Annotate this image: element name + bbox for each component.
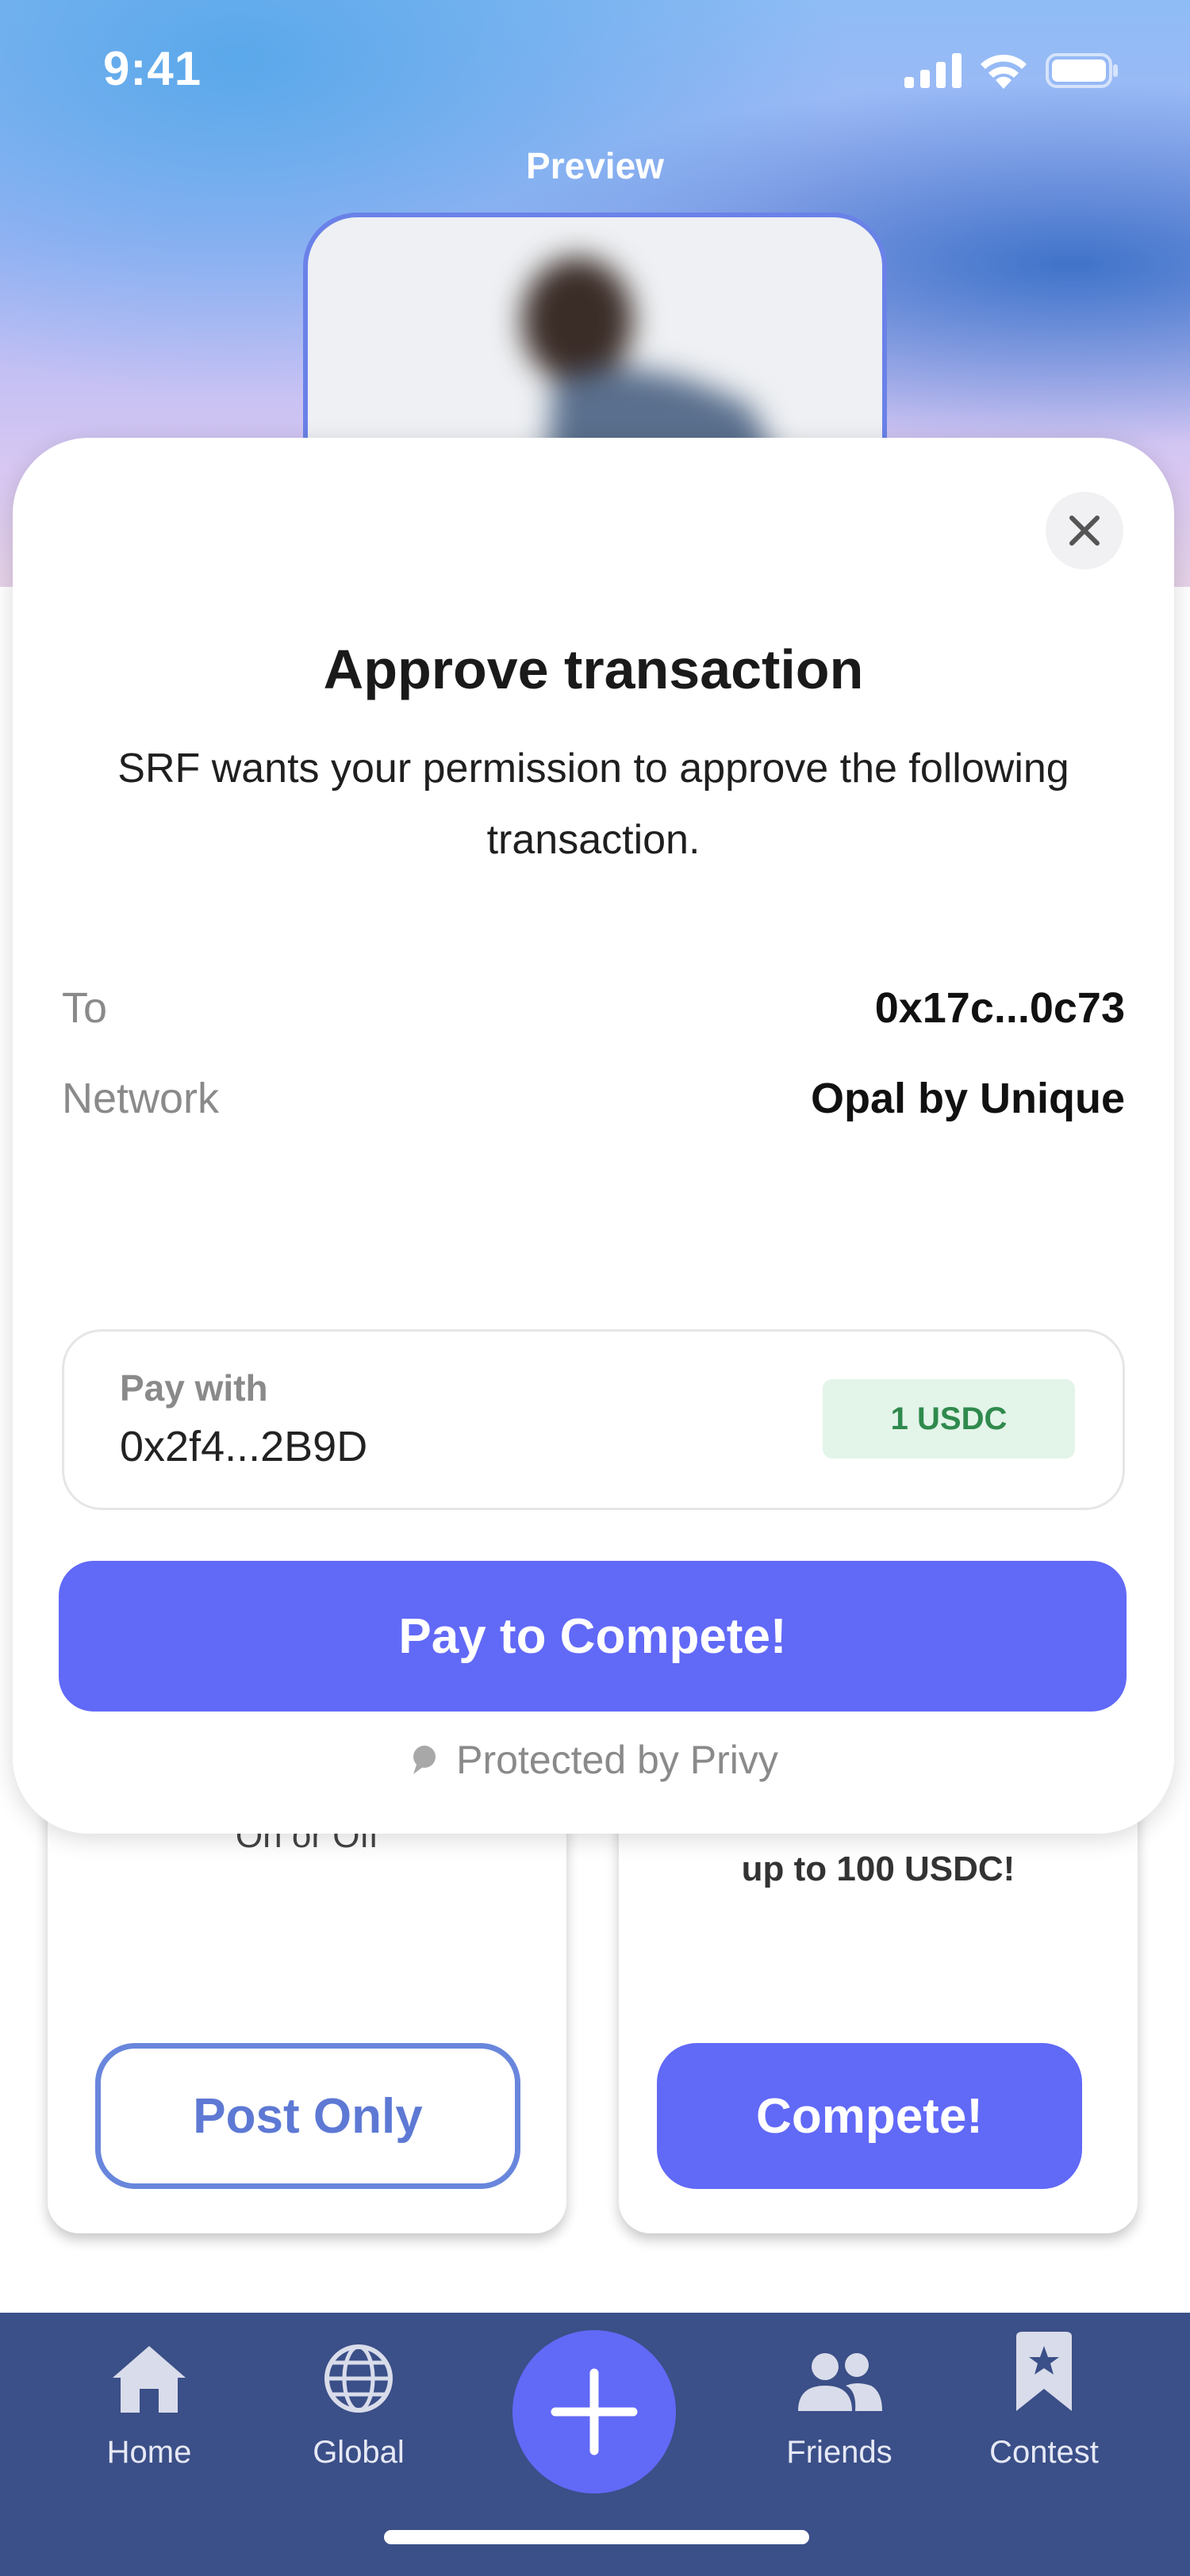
battery-icon <box>1046 53 1118 88</box>
nav-item-friends[interactable]: Friends <box>744 2313 935 2471</box>
card-description: up to 100 USDC! <box>741 1850 1015 1888</box>
modal-title: Approve transaction <box>323 638 864 700</box>
nav-label: Contest <box>989 2435 1099 2470</box>
detail-label: To <box>62 984 108 1032</box>
add-post-button[interactable] <box>512 2330 676 2494</box>
status-bar: 9:41 <box>0 0 1190 143</box>
plus-icon <box>551 2368 638 2455</box>
post-only-button[interactable]: Post Only <box>95 2043 520 2189</box>
ribbon-icon <box>1016 2332 1072 2411</box>
approve-transaction-modal: Approve transaction SRF wants your permi… <box>13 438 1174 1834</box>
home-indicator[interactable] <box>384 2530 809 2544</box>
detail-row-network: Network Opal by Unique <box>62 1074 1125 1123</box>
globe-icon <box>324 2344 393 2413</box>
pay-with-box: Pay with 0x2f4...2B9D 1 USDC <box>62 1329 1125 1510</box>
nav-label: Global <box>313 2435 405 2470</box>
signal-icon <box>904 53 962 88</box>
nav-label: Home <box>106 2435 192 2470</box>
detail-value: 0x17c...0c73 <box>874 984 1125 1032</box>
detail-row-to: To 0x17c...0c73 <box>62 983 1125 1033</box>
pay-with-label: Pay with <box>120 1367 268 1409</box>
pay-to-compete-button[interactable]: Pay to Compete! <box>59 1561 1127 1712</box>
close-button[interactable] <box>1046 492 1123 569</box>
nav-item-contest[interactable]: Contest <box>949 2313 1139 2471</box>
friends-icon <box>798 2353 882 2411</box>
status-icons <box>904 52 1119 89</box>
nav-item-global[interactable]: Global <box>263 2313 454 2471</box>
compete-button[interactable]: Compete! <box>657 2043 1082 2189</box>
compete-card: up to 100 USDC! Compete! <box>619 1769 1138 2233</box>
detail-label: Network <box>62 1075 220 1122</box>
detail-value: Opal by Unique <box>810 1075 1125 1122</box>
status-time: 9:41 <box>103 42 202 95</box>
nav-label: Friends <box>786 2435 892 2470</box>
pay-with-address: 0x2f4...2B9D <box>120 1423 368 1470</box>
privy-icon <box>413 1746 436 1774</box>
privy-footer-text: Protected by Privy <box>456 1738 778 1782</box>
nav-item-home[interactable]: Home <box>54 2313 244 2471</box>
home-icon <box>113 2346 186 2413</box>
close-icon <box>1069 516 1100 546</box>
post-only-card: On or Off Post Only <box>48 1769 566 2233</box>
protected-by-privy: Protected by Privy <box>13 1737 1174 1783</box>
amount-badge: 1 USDC <box>823 1379 1075 1459</box>
preview-label: Preview <box>526 145 664 186</box>
wifi-icon <box>981 54 1027 89</box>
modal-description: SRF wants your permission to approve the… <box>117 746 1069 863</box>
